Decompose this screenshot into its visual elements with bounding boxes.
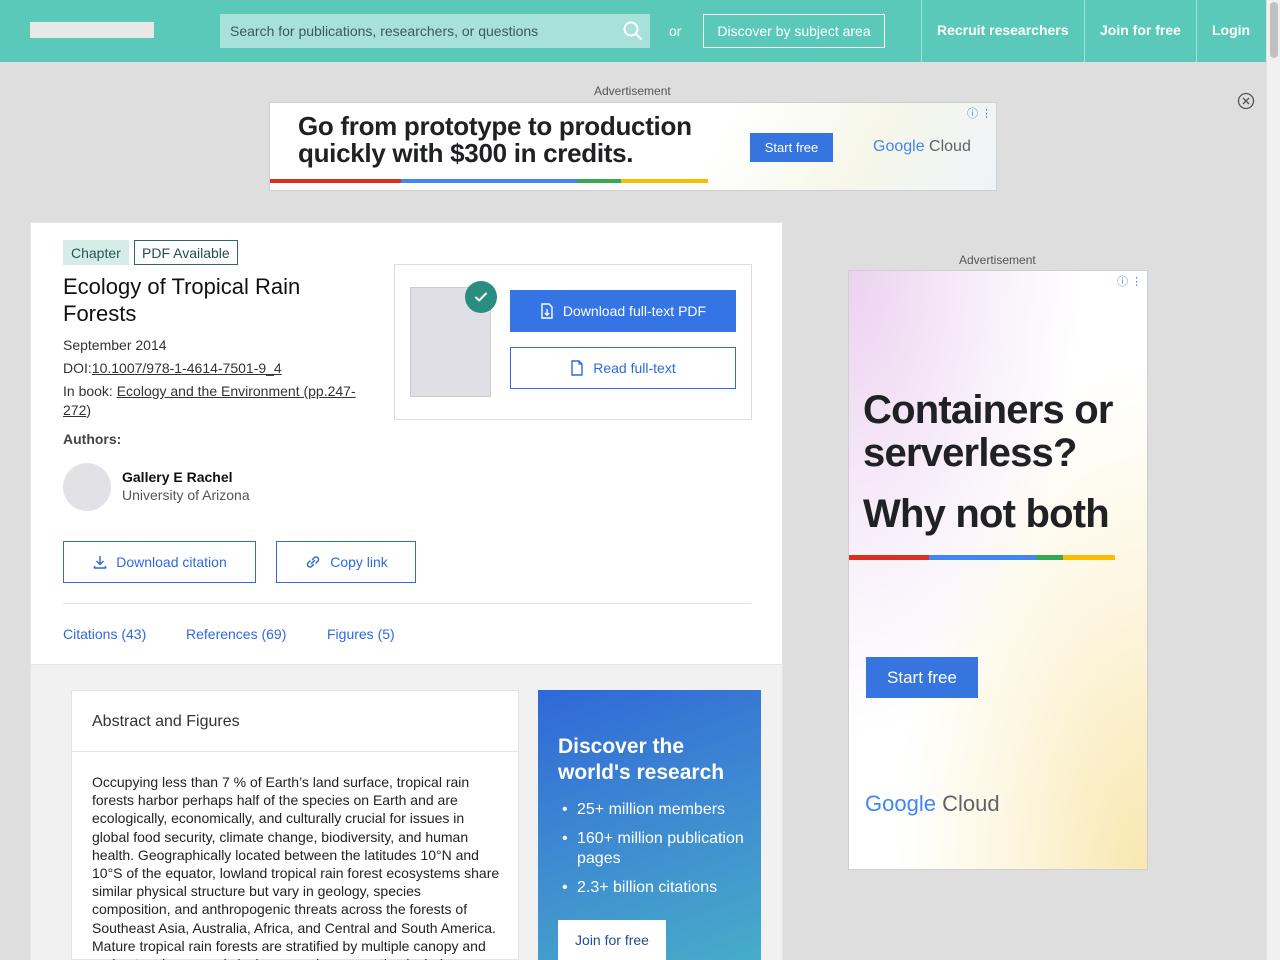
read-full-text-button[interactable]: Read full-text	[510, 347, 736, 389]
pdf-available-tag: PDF Available	[134, 240, 238, 265]
section-divider	[63, 603, 751, 604]
top-navbar: or Discover by subject area Recruit rese…	[0, 0, 1266, 62]
download-full-text-pdf-button[interactable]: Download full-text PDF	[510, 290, 736, 332]
copy-link-button[interactable]: Copy link	[276, 541, 416, 583]
list-item: 2.3+ billion citations	[558, 878, 748, 898]
check-badge-icon	[465, 281, 497, 313]
search-icon[interactable]	[622, 20, 644, 42]
google-cloud-logo: Google Cloud	[873, 138, 971, 156]
discover-title: Discover the world's research	[558, 735, 725, 784]
discover-stats-list: 25+ million members 160+ million publica…	[558, 800, 748, 907]
read-full-text-label: Read full-text	[593, 360, 676, 376]
book-label: In book:	[63, 383, 117, 399]
nav-divider	[921, 0, 922, 62]
google-color-stripe	[849, 555, 1115, 560]
cloud-wordmark: Cloud	[942, 791, 1000, 816]
pdf-download-icon	[541, 303, 553, 319]
authors-label: Authors:	[63, 431, 122, 447]
join-for-free-link[interactable]: Join for free	[1100, 22, 1181, 38]
join-for-free-button[interactable]: Join for free	[558, 920, 666, 960]
tab-figures[interactable]: Figures (5)	[327, 626, 395, 642]
discover-research-promo: Discover the world's research 25+ millio…	[538, 690, 761, 960]
author-name[interactable]: Gallery E Rachel	[122, 469, 233, 485]
login-link[interactable]: Login	[1212, 22, 1250, 38]
side-ad-headline: Containers or serverless?	[863, 388, 1113, 475]
google-color-stripe	[270, 179, 708, 183]
side-ad-subheadline: Why not both	[863, 492, 1110, 536]
author-avatar[interactable]	[63, 463, 111, 511]
chapter-tag: Chapter	[63, 240, 129, 265]
download-icon	[93, 556, 107, 569]
or-text: or	[669, 23, 682, 39]
abstract-card: Abstract and Figures Occupying less than…	[71, 690, 519, 960]
page-scrollbar[interactable]	[1266, 0, 1280, 960]
nav-divider	[1084, 0, 1085, 62]
cloud-wordmark: Cloud	[929, 138, 971, 155]
doi-label: DOI:	[63, 360, 92, 376]
download-pdf-label: Download full-text PDF	[562, 303, 707, 319]
banner-advertisement[interactable]: Go from prototype to production quickly …	[269, 102, 997, 191]
side-start-free-button[interactable]: Start free	[866, 657, 978, 698]
recruit-researchers-link[interactable]: Recruit researchers	[937, 22, 1069, 38]
copy-link-label: Copy link	[330, 554, 388, 570]
list-item: 25+ million members	[558, 800, 748, 820]
link-icon	[306, 556, 320, 568]
abstract-divider	[72, 751, 518, 752]
banner-ad-headline: Go from prototype to production quickly …	[298, 111, 692, 168]
adchoices-info-icon[interactable]: ⓘ ⋮	[1117, 273, 1142, 289]
book-close-paren: )	[86, 402, 92, 418]
book-line: In book: Ecology and the Environment (pp…	[63, 382, 363, 420]
google-wordmark: Google	[873, 138, 925, 155]
download-citation-button[interactable]: Download citation	[63, 541, 256, 583]
banner-start-free-button[interactable]: Start free	[750, 133, 833, 162]
abstract-heading: Abstract and Figures	[92, 713, 240, 730]
download-citation-label: Download citation	[116, 554, 227, 570]
publication-header-card: Chapter PDF Available Ecology of Tropica…	[30, 222, 783, 665]
doi-line: DOI:10.1007/978-1-4614-7501-9_4	[63, 359, 282, 378]
side-advertisement[interactable]: ⓘ ⋮ Containers or serverless? Why not bo…	[848, 270, 1148, 870]
author-institution[interactable]: University of Arizona	[122, 487, 250, 503]
advertisement-label: Advertisement	[594, 84, 671, 98]
tab-citations[interactable]: Citations (43)	[63, 626, 146, 642]
nav-divider	[1196, 0, 1197, 62]
doi-link[interactable]: 10.1007/978-1-4614-7501-9_4	[92, 360, 282, 376]
scrollbar-thumb[interactable]	[1270, 2, 1278, 58]
publication-date: September 2014	[63, 337, 167, 353]
search-box	[220, 14, 650, 48]
search-input[interactable]	[220, 14, 620, 48]
discover-by-subject-button[interactable]: Discover by subject area	[703, 14, 885, 48]
document-icon	[571, 360, 583, 376]
list-item: 160+ million publication pages	[558, 829, 748, 869]
advertisement-label: Advertisement	[959, 253, 1036, 267]
adchoices-info-icon[interactable]: ⓘ ⋮	[967, 105, 992, 121]
google-cloud-logo: Google Cloud	[865, 791, 1000, 817]
site-logo[interactable]	[30, 22, 154, 38]
tab-references[interactable]: References (69)	[186, 626, 286, 642]
publication-title: Ecology of Tropical Rain Forests	[63, 274, 301, 326]
google-wordmark: Google	[865, 791, 936, 816]
close-ad-icon[interactable]	[1237, 92, 1255, 110]
abstract-text: Occupying less than 7 % of Earth’s land …	[92, 774, 500, 960]
full-text-panel: Download full-text PDF Read full-text	[394, 264, 752, 420]
